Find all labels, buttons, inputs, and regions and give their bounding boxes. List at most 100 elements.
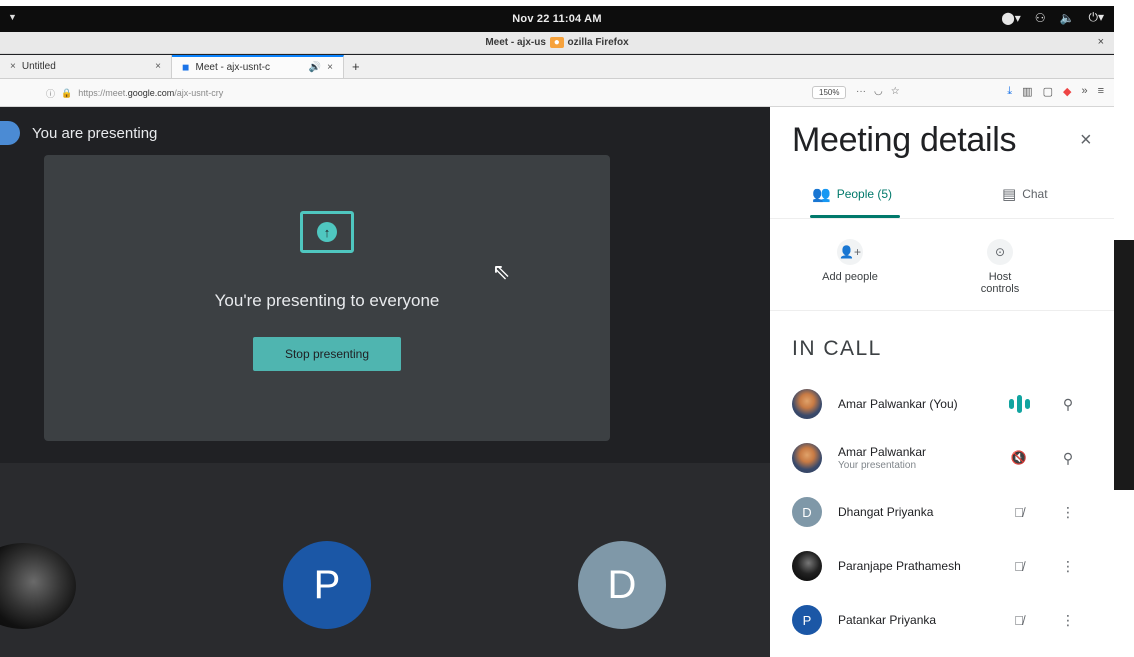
participant-name-text: Dhangat Priyanka [838, 505, 934, 519]
pin-icon[interactable]: ⚲ [1058, 450, 1078, 467]
participant-row[interactable]: Amar Palwankar (You) ⚲ [770, 377, 1114, 431]
participant-tile-p[interactable]: P [283, 541, 371, 629]
browser-tab-strip: × Untitled × ◼ Meet - ajx-usnt-c 🔊 × + [0, 55, 1114, 79]
system-top-bar: ▼ Nov 22 11:04 AM ⬤▾ ⚇ 🔈 ⏻▾ [0, 6, 1114, 32]
tab-people-label: People (5) [836, 187, 893, 201]
url-domain: google.com [127, 88, 175, 98]
tab-chat-label: Chat [1022, 187, 1048, 201]
host-controls-button[interactable]: ⊙ Host controls [940, 239, 1060, 295]
page-actions: ··· ◡ ☆ [856, 86, 900, 97]
tab-people[interactable]: 👥 People (5) [812, 185, 892, 203]
accessibility-icon[interactable]: ⬤▾ [1001, 11, 1020, 25]
recording-indicator-icon: ● [549, 37, 564, 48]
participant-tile-d[interactable]: D [578, 541, 666, 629]
zoom-level-badge[interactable]: 150% [812, 86, 847, 99]
meeting-details-panel: Meeting details × 👥 People (5) ▤ Chat 👤+… [770, 107, 1114, 657]
pocket-icon[interactable]: ◡ [874, 86, 883, 97]
participant-name-text: Amar Palwankar [838, 445, 927, 459]
system-tray: ⬤▾ ⚇ 🔈 ⏻▾ [1001, 10, 1104, 25]
add-person-icon: 👤+ [837, 239, 863, 265]
lock-icon: 🔒 [61, 87, 73, 98]
site-info-icon[interactable]: ⓘ [46, 87, 55, 100]
toggle-icon: ⊙ [987, 239, 1013, 265]
window-title-right: ozilla Firefox [567, 37, 629, 48]
add-people-label: Add people [822, 271, 878, 283]
meet-favicon-icon: ◼ [182, 62, 190, 72]
participant-name-text: Patankar Priyanka [838, 613, 937, 627]
url-bar[interactable]: ⓘ 🔒 https://meet.google.com/ajx-usnt-cry [46, 84, 776, 102]
close-panel-icon[interactable]: × [1080, 129, 1092, 152]
system-clock[interactable]: Nov 22 11:04 AM [0, 13, 1114, 25]
browser-title-bar: Meet - ajx-us ● ozilla Firefox × [0, 32, 1114, 54]
speaking-indicator-icon [1008, 395, 1030, 413]
panel-title: Meeting details [792, 121, 1017, 159]
more-options-icon[interactable]: ⋮ [1058, 612, 1078, 629]
window-close-icon[interactable]: × [1098, 36, 1104, 48]
page-actions-menu-icon[interactable]: ··· [856, 86, 866, 97]
participant-name-text: Amar Palwankar (You) [838, 397, 958, 411]
participant-row[interactable]: Paranjape Prathamesh 🎙̸ ⋮ [770, 539, 1114, 593]
sidebar-icon[interactable]: ▢ [1043, 85, 1053, 98]
tab-close-icon[interactable]: × [327, 62, 333, 73]
presenting-banner: You are presenting [0, 119, 157, 147]
participant-avatar: P [792, 605, 822, 635]
mic-muted-icon: 🎙̸ [1014, 612, 1024, 628]
power-icon[interactable]: ⏻▾ [1088, 10, 1104, 25]
participant-avatar [792, 443, 822, 473]
participant-subtitle: Your presentation [838, 460, 917, 471]
tab-close-icon[interactable]: × [155, 61, 161, 72]
hamburger-menu-icon[interactable]: ≡ [1098, 85, 1104, 98]
chat-icon: ▤ [1002, 186, 1017, 203]
tab-label: Meet - ajx-usnt-c [195, 62, 270, 73]
participant-name: Amar Palwankar Your presentation [838, 445, 926, 471]
people-icon: 👥 [812, 186, 831, 203]
new-tab-button[interactable]: + [344, 55, 368, 78]
url-prefix: https://meet. [78, 88, 128, 98]
participant-row[interactable]: P Patankar Priyanka 🎙̸ ⋮ [770, 593, 1114, 647]
tab-chat[interactable]: ▤ Chat [1002, 185, 1048, 203]
background-edge [1114, 240, 1134, 490]
active-tab-indicator [810, 215, 900, 218]
network-icon[interactable]: ⚇ [1035, 11, 1046, 25]
bookmark-star-icon[interactable]: ☆ [891, 86, 900, 97]
participant-tile-photo[interactable] [0, 543, 76, 629]
participant-row[interactable]: Amar Palwankar Your presentation 🔇 ⚲ [770, 431, 1114, 485]
tab-close-icon[interactable]: × [10, 61, 16, 72]
overflow-icon[interactable]: » [1081, 85, 1087, 98]
library-icon[interactable]: ▥ [1022, 85, 1032, 98]
browser-nav-bar: ⓘ 🔒 https://meet.google.com/ajx-usnt-cry… [0, 79, 1114, 107]
toolbar-icons: ⤓ ▥ ▢ ◆ » ≡ [1007, 85, 1104, 98]
pin-icon[interactable]: ⚲ [1058, 396, 1078, 413]
tab-untitled[interactable]: × Untitled × [0, 55, 172, 78]
host-controls-label: Host controls [980, 271, 1020, 295]
url-path: /ajx-usnt-cry [174, 88, 224, 98]
mouse-cursor-icon: ⇖ [492, 259, 511, 284]
participant-name: Patankar Priyanka [838, 613, 936, 627]
stop-presenting-button[interactable]: Stop presenting [253, 337, 401, 371]
download-icon[interactable]: ⤓ [1007, 85, 1012, 98]
in-call-heading: IN CALL [792, 337, 882, 360]
window-title: Meet - ajx-us ● ozilla Firefox [0, 37, 1114, 48]
participant-tiles: P D [0, 463, 770, 657]
participant-name: Dhangat Priyanka [838, 505, 933, 519]
add-people-button[interactable]: 👤+ Add people [790, 239, 910, 283]
tab-audio-icon[interactable]: 🔊 [309, 62, 321, 73]
presenting-indicator-icon [0, 121, 20, 145]
participant-name: Amar Palwankar (You) [838, 397, 958, 411]
tab-meet[interactable]: ◼ Meet - ajx-usnt-c 🔊 × [172, 55, 344, 78]
audio-off-icon: 🔇 [1010, 450, 1028, 465]
upload-arrow-icon: ↑ [317, 222, 337, 242]
mic-muted-icon: 🎙̸ [1014, 504, 1024, 520]
volume-icon[interactable]: 🔈 [1060, 11, 1075, 25]
more-options-icon[interactable]: ⋮ [1058, 558, 1078, 575]
participant-avatar [792, 389, 822, 419]
presenting-message: You're presenting to everyone [214, 291, 440, 310]
participant-row[interactable]: D Dhangat Priyanka 🎙̸ ⋮ [770, 485, 1114, 539]
meet-main-area: You are presenting ↑ You're presenting t… [0, 107, 770, 657]
screen-frame: ▼ Nov 22 11:04 AM ⬤▾ ⚇ 🔈 ⏻▾ Meet - ajx-u… [0, 6, 1114, 657]
participant-name: Paranjape Prathamesh [838, 559, 961, 573]
more-options-icon[interactable]: ⋮ [1058, 504, 1078, 521]
extension-icon[interactable]: ◆ [1063, 85, 1071, 98]
present-screen-icon: ↑ [300, 211, 354, 253]
participant-avatar: D [792, 497, 822, 527]
